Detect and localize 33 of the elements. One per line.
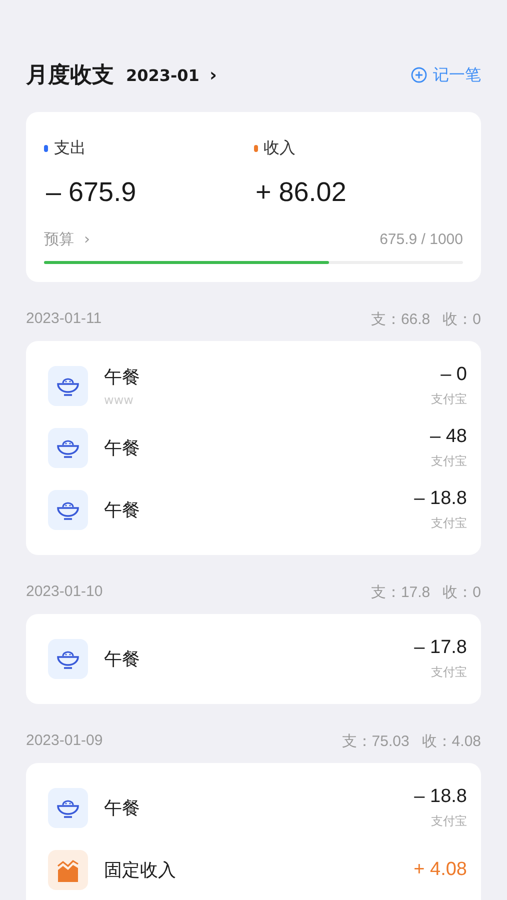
add-record-button[interactable]: 记一笔 — [411, 64, 481, 86]
item-name: 午餐 — [104, 366, 140, 389]
summary-label: 支出 — [54, 138, 86, 159]
item-amount: – 18.8 — [414, 488, 467, 510]
item-amount: – 48 — [430, 426, 467, 448]
day-totals: 支：75.03 收：4.08 — [342, 732, 481, 751]
summary-label: 收入 — [264, 138, 296, 159]
plus-circle-icon — [411, 67, 427, 83]
summary-amount: – 675.9 — [45, 177, 138, 208]
item-amount: – 18.8 — [414, 786, 467, 808]
budget-reading: 675.9 / 1000 — [380, 231, 463, 248]
item-account: 支付宝 — [431, 664, 467, 681]
item-name: 午餐 — [104, 648, 140, 671]
summary-amount: + 86.02 — [254, 177, 348, 208]
item-account: 支付宝 — [431, 391, 467, 408]
item-account: 支付宝 — [431, 453, 467, 470]
day-date: 2023-01-11 — [26, 310, 102, 329]
item-name: 固定收入 — [104, 859, 176, 882]
item-name: 午餐 — [104, 437, 140, 460]
day-totals: 支：66.8 收：0 — [370, 310, 481, 329]
day-date: 2023-01-09 — [26, 732, 103, 751]
item-amount: – 17.8 — [414, 637, 467, 659]
item-name: 午餐 — [104, 797, 140, 820]
item-amount: – 0 — [440, 364, 467, 386]
month-selector[interactable]: 2023-01 › — [126, 64, 217, 86]
item-amount: + 4.08 — [414, 859, 467, 881]
budget-link[interactable]: 预算 › — [44, 230, 90, 249]
item-account: 支付宝 — [431, 515, 467, 532]
item-account: 支付宝 — [431, 813, 467, 830]
item-name: 午餐 — [104, 499, 140, 522]
page-title: 月度收支 — [26, 62, 114, 90]
day-totals: 支：17.8 收：0 — [370, 583, 481, 602]
day-date: 2023-01-10 — [26, 583, 103, 602]
